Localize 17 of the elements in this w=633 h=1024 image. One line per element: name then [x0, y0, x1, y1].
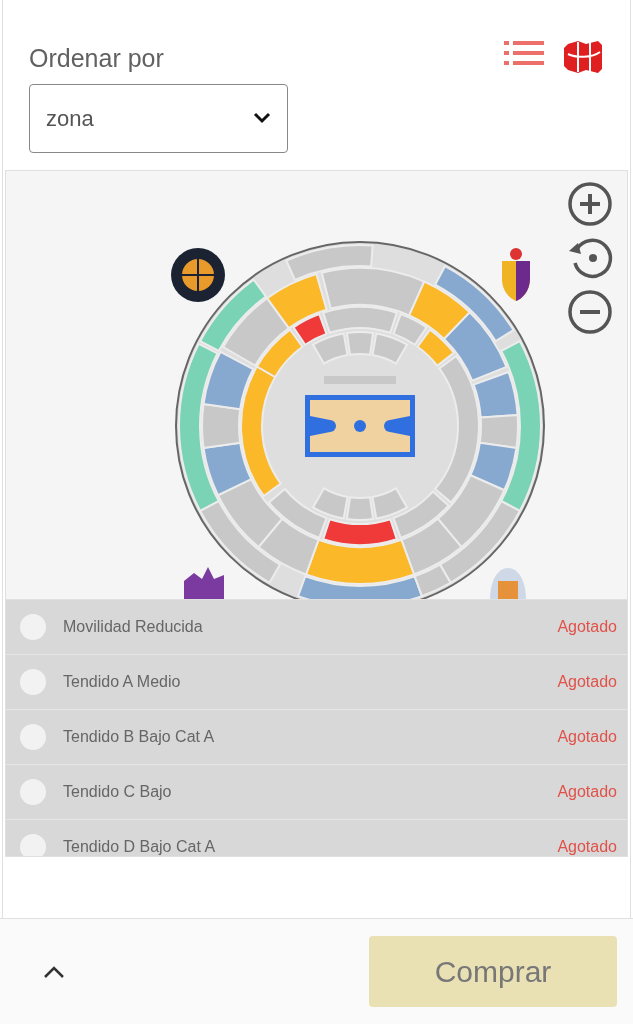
sort-label: Ordenar por	[29, 43, 165, 74]
zone-row[interactable]: Tendido B Bajo Cat A Agotado	[6, 710, 627, 765]
zone-status: Agotado	[557, 782, 617, 802]
zone-status: Agotado	[557, 727, 617, 747]
zone-row[interactable]: Tendido A Medio Agotado	[6, 655, 627, 710]
zone-name: Tendido C Bajo	[63, 782, 173, 802]
zone-name: Movilidad Reducida	[63, 617, 204, 637]
zone-row[interactable]: Movilidad Reducida Agotado	[6, 600, 627, 655]
zone-name: Tendido A Medio	[63, 672, 182, 692]
zone-row[interactable]: Tendido C Bajo Agotado	[6, 765, 627, 820]
zone-name: Tendido B Bajo Cat A	[63, 727, 216, 747]
zone-status: Agotado	[557, 617, 617, 637]
zone-row[interactable]: Tendido D Bajo Cat A Agotado	[6, 820, 627, 856]
sort-select[interactable]: zona	[29, 83, 288, 153]
zone-name: Tendido D Bajo Cat A	[63, 837, 217, 856]
zone-status: Agotado	[557, 837, 617, 856]
zone-status: Agotado	[557, 672, 617, 692]
